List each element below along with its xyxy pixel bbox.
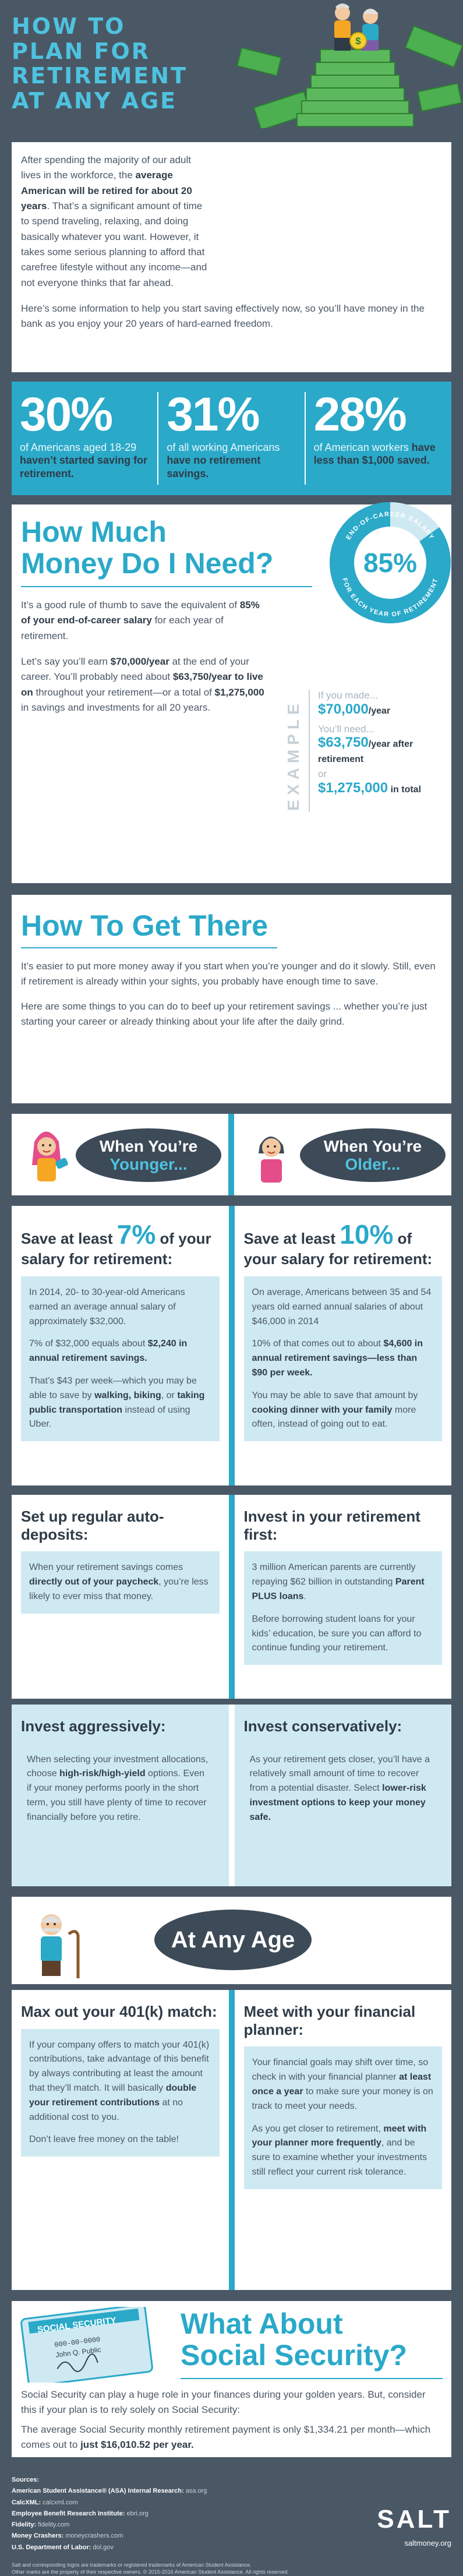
young-woman-icon xyxy=(32,1131,68,1181)
invest-style-section: Invest aggressively: When selecting your… xyxy=(12,1705,451,1886)
any-age-header: At Any Age xyxy=(12,1897,451,1984)
any-age-section: Max out your 401(k) match: If your compa… xyxy=(12,1990,451,2290)
money-stack-icon: $ xyxy=(233,0,463,128)
page-title: HOW TO PLAN FOR RETIREMENT AT ANY AGE xyxy=(12,13,188,114)
stat-item: 28% of American workers have less than $… xyxy=(313,388,436,467)
intro-section: After spending the majority of our adult… xyxy=(12,142,451,372)
salt-logo: SALT xyxy=(377,2505,451,2533)
younger-save-col: Save at least 7% of your salary for reti… xyxy=(12,1206,229,1485)
max-401k-col: Max out your 401(k) match: If your compa… xyxy=(12,1990,229,2290)
invest-first-col: Invest in your retirement first: 3 milli… xyxy=(234,1495,451,1699)
intro-paragraph: After spending the majority of our adult… xyxy=(21,154,207,288)
older-woman-icon xyxy=(259,1137,284,1183)
intro-paragraph-2: Here’s some information to help you star… xyxy=(21,303,425,330)
pie-85-percent: 85% END-OF-CAREER SALARY FOR EACH YEAR O… xyxy=(330,502,451,623)
save-section: Save at least 7% of your salary for reti… xyxy=(12,1206,451,1485)
older-pill: When You’re Older... xyxy=(300,1128,446,1182)
any-age-pill: At Any Age xyxy=(154,1910,312,1970)
example-box: EXAMPLE If you made... $70,000/year You’… xyxy=(284,690,448,818)
auto-deposits-col: Set up regular auto-deposits: When your … xyxy=(12,1495,229,1699)
infographic: HOW TO PLAN FOR RETIREMENT AT ANY AGE $ … xyxy=(0,0,463,2575)
stat-item: 31% of all working Americans have no ret… xyxy=(158,391,306,485)
social-security-section: SOCIAL SECURITY 000-00-0000 John Q. Publ… xyxy=(12,2301,451,2457)
social-security-card-icon: SOCIAL SECURITY 000-00-0000 John Q. Publ… xyxy=(20,2307,153,2383)
pie-value: 85% xyxy=(363,548,417,578)
section-heading: How Much Money Do I Need? xyxy=(21,516,274,580)
sources: Sources: American Student Assistance® (A… xyxy=(12,2476,289,2575)
get-there-section: How To Get There It’s easier to put more… xyxy=(12,895,451,1103)
svg-text:$: $ xyxy=(355,36,361,47)
stat-item: 30% of Americans aged 18-29 haven’t star… xyxy=(12,391,159,485)
younger-pill: When You’re Younger... xyxy=(76,1128,221,1182)
grandfather-cane-icon xyxy=(41,1914,80,1978)
older-save-col: Save at least 10% of your salary for ret… xyxy=(234,1206,451,1485)
age-headers: When You’re Younger... When You’re Older… xyxy=(12,1114,451,1195)
section-heading: How To Get There xyxy=(21,909,268,942)
section-heading: What About Social Security? xyxy=(181,2307,408,2372)
stats-row: 30% of Americans aged 18-29 haven’t star… xyxy=(12,382,451,495)
deposits-section: Set up regular auto-deposits: When your … xyxy=(12,1495,451,1699)
how-much-section: How Much Money Do I Need? It’s a good ru… xyxy=(12,502,451,883)
financial-planner-col: Meet with your financial planner: Your f… xyxy=(234,1990,451,2290)
salt-url[interactable]: saltmoney.org xyxy=(373,2539,451,2547)
